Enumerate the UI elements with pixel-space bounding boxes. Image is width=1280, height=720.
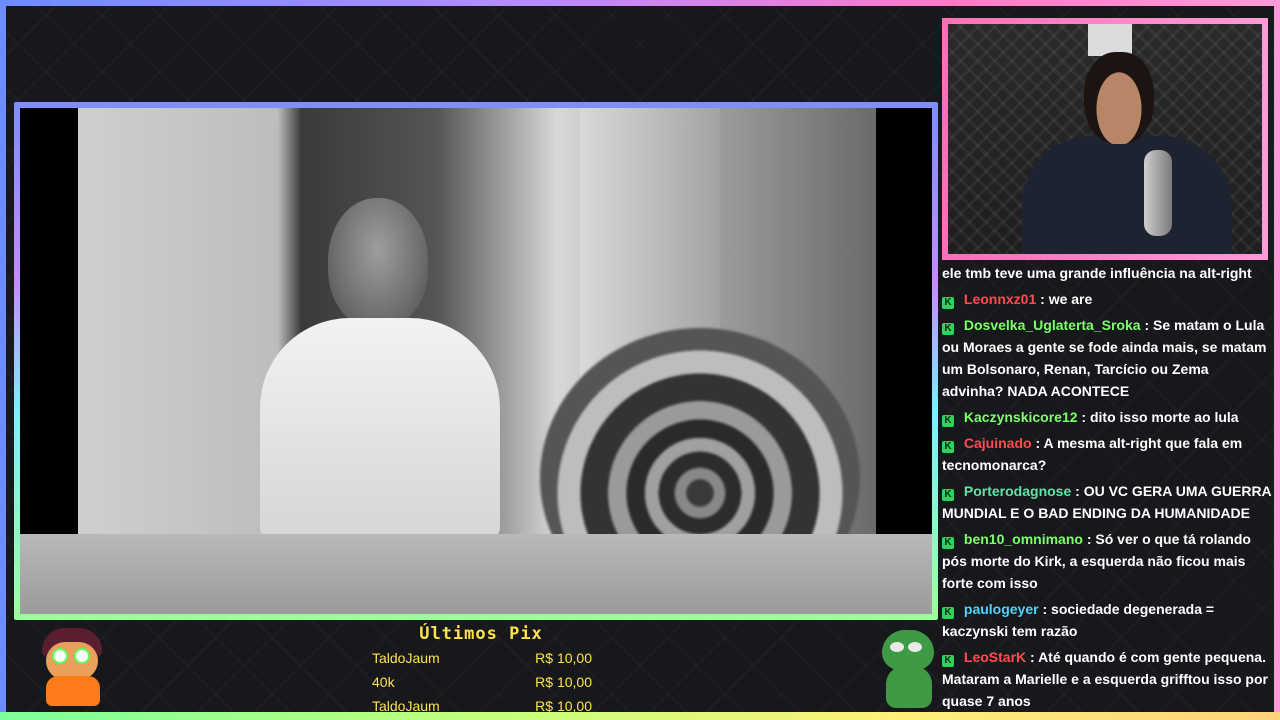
main-video-frame: [14, 102, 938, 620]
kick-badge-icon: K: [942, 655, 954, 667]
chat-message: K paulogeyer : sociedade degenerada = ka…: [940, 596, 1274, 644]
chat-username[interactable]: Kaczynskicore12: [964, 409, 1078, 425]
video-person-body: [260, 318, 500, 538]
tip-row: 40k R$ 10,00: [372, 670, 592, 694]
chat-panel[interactable]: ele tmb teve uma grande influência na al…: [940, 260, 1274, 712]
chat-message: K Leonnxz01 : we are: [940, 286, 1274, 312]
chat-message-text: ele tmb teve uma grande influência na al…: [942, 265, 1252, 281]
tip-name: 40k: [372, 674, 395, 690]
kick-badge-icon: K: [942, 489, 954, 501]
chat-separator: :: [1144, 317, 1150, 333]
tip-amount: R$ 10,00: [535, 674, 592, 690]
tip-name: TaldoJaum: [372, 650, 440, 666]
frog-emote-icon: [876, 630, 942, 710]
chat-separator: :: [1042, 601, 1048, 617]
webcam-person-body: [1022, 136, 1232, 254]
chat-username[interactable]: ben10_omnimano: [964, 531, 1083, 547]
kick-badge-icon: K: [942, 415, 954, 427]
chat-message-text: dito isso morte ao lula: [1089, 409, 1239, 425]
webcam-person-head: [1084, 52, 1154, 144]
chat-username[interactable]: paulogeyer: [964, 601, 1039, 617]
chat-separator: :: [1086, 531, 1092, 547]
chat-username[interactable]: Cajuinado: [964, 435, 1032, 451]
tips-list: TaldoJaum R$ 10,00 40k R$ 10,00 TaldoJau…: [372, 646, 592, 718]
chat-separator: :: [1040, 291, 1045, 307]
kick-badge-icon: K: [942, 607, 954, 619]
bottom-bar: Últimos Pix TaldoJaum R$ 10,00 40k R$ 10…: [14, 624, 938, 714]
tip-amount: R$ 10,00: [535, 650, 592, 666]
video-person: [260, 198, 500, 538]
chat-message: K Kaczynskicore12 : dito isso morte ao l…: [940, 404, 1274, 430]
chat-username[interactable]: Dosvelka_Uglaterta_Sroka: [964, 317, 1141, 333]
kick-badge-icon: K: [942, 323, 954, 335]
frog-head: [882, 630, 934, 670]
chat-separator: :: [1030, 649, 1035, 665]
video-person-head: [328, 198, 428, 328]
chat-username[interactable]: Leonnxz01: [964, 291, 1036, 307]
chat-message: K LeoStarK : Até quando é com gente pequ…: [940, 644, 1274, 714]
video-table: [20, 534, 932, 614]
chat-separator: :: [1035, 435, 1041, 451]
frog-eye: [890, 642, 904, 652]
kick-badge-icon: K: [942, 441, 954, 453]
frog-body: [886, 666, 932, 708]
emote-shirt: [46, 676, 100, 706]
chat-message: K Porterodagnose : OU VC GERA UMA GUERRA…: [940, 478, 1274, 526]
tip-amount: R$ 10,00: [535, 698, 592, 714]
chat-username[interactable]: LeoStarK: [964, 649, 1026, 665]
tip-name: TaldoJaum: [372, 698, 440, 714]
chat-message: ele tmb teve uma grande influência na al…: [940, 260, 1274, 286]
webcam-feed[interactable]: [948, 24, 1262, 254]
chat-separator: :: [1081, 409, 1087, 425]
chat-separator: :: [1075, 483, 1080, 499]
tip-row: TaldoJaum R$ 10,00: [372, 646, 592, 670]
character-emote-icon: [32, 628, 110, 706]
tips-title: Últimos Pix: [419, 624, 543, 644]
kick-badge-icon: K: [942, 297, 954, 309]
kick-badge-icon: K: [942, 537, 954, 549]
webcam-frame: [942, 18, 1268, 260]
chat-message: K Cajuinado : A mesma alt-right que fala…: [940, 430, 1274, 478]
chat-message-text: we are: [1048, 291, 1093, 307]
chat-message: K Dosvelka_Uglaterta_Sroka : Se matam o …: [940, 312, 1274, 404]
emote-eye: [74, 648, 90, 664]
chat-message: K ben10_omnimano : Só ver o que tá rolan…: [940, 526, 1274, 596]
frog-eye: [908, 642, 922, 652]
chat-username[interactable]: Porterodagnose: [964, 483, 1071, 499]
microphone-icon: [1144, 150, 1172, 236]
emote-eye: [52, 648, 68, 664]
tip-row: TaldoJaum R$ 10,00: [372, 694, 592, 718]
main-video[interactable]: [20, 108, 932, 614]
